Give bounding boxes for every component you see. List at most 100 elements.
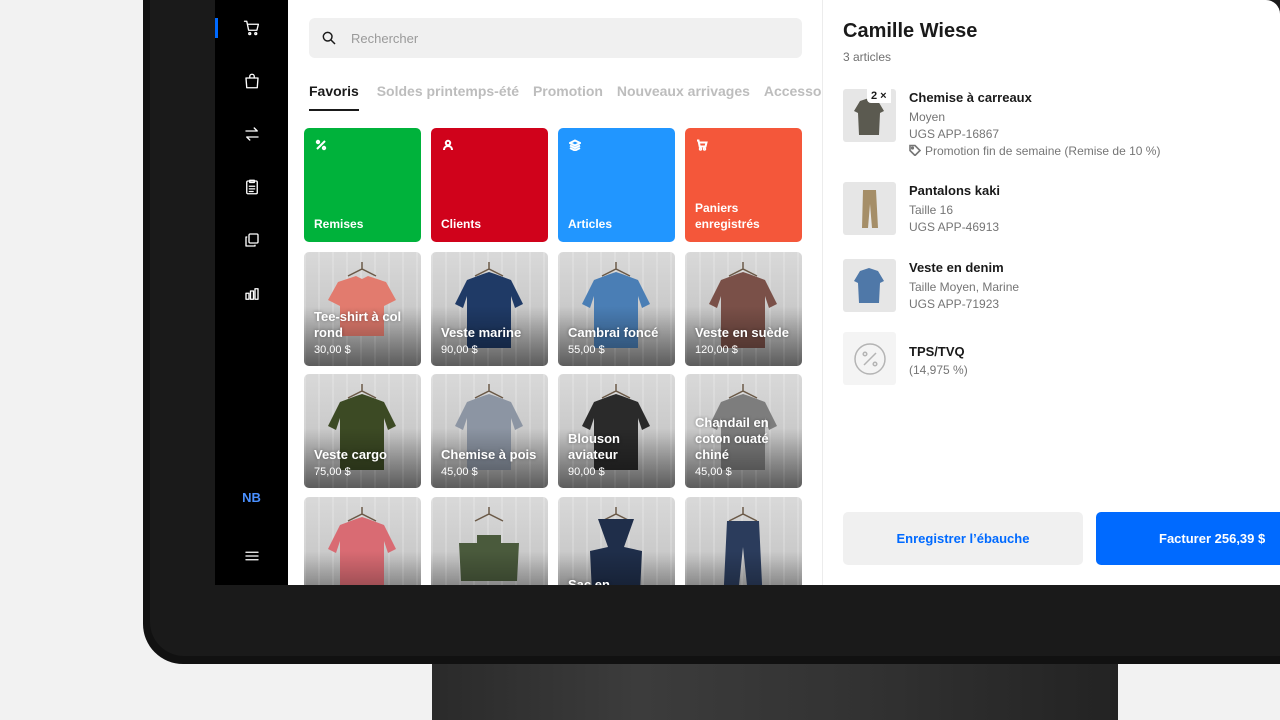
main-panel: Favoris Soldes printemps-été Promotion N…	[288, 0, 822, 585]
product-name: Tee-shirt à col rond	[314, 309, 402, 340]
product-tile[interactable]: Cartable	[431, 497, 548, 585]
bar-chart-icon	[244, 288, 259, 300]
save-draft-button[interactable]: Enregistrer l’ébauche	[843, 512, 1083, 565]
product-tile[interactable]: Cambrai foncé 55,00 $	[558, 252, 675, 366]
sidebar-item-transactions[interactable]	[215, 114, 288, 154]
tab-nouveaux-arrivages[interactable]: Nouveaux arrivages	[617, 83, 750, 109]
item-sku: UGS APP-16867	[909, 127, 1000, 141]
bag-icon	[244, 73, 259, 89]
product-tile[interactable]: Blouson aviateur 90,00 $	[558, 374, 675, 488]
tax-thumbnail	[843, 332, 896, 385]
tab-soldes[interactable]: Soldes printemps-été	[377, 83, 519, 109]
product-price: 90,00 $	[441, 344, 478, 356]
hanger	[474, 507, 504, 522]
cart-icon	[243, 20, 259, 36]
transfer-icon	[244, 127, 259, 141]
item-variant: Taille Moyen, Marine	[909, 280, 1020, 294]
item-count: 3 articles	[843, 50, 892, 64]
tag-icon	[909, 144, 922, 157]
layers-icon	[567, 138, 583, 152]
sidebar: NB	[215, 0, 288, 585]
tile-items[interactable]: Articles	[558, 128, 675, 242]
cart-line-item[interactable]: Pantalons kaki Taille 16 UGS APP-46913	[843, 182, 1273, 237]
item-discount: Promotion fin de semaine (Remise de 10 %…	[909, 144, 1160, 158]
sidebar-item-invoices[interactable]	[215, 167, 288, 207]
charge-button[interactable]: Facturer 256,39 $	[1096, 512, 1280, 565]
product-name: Sac en bandoulière	[568, 577, 610, 585]
tab-accessoires[interactable]: Accessoires	[764, 83, 822, 109]
hanger	[728, 507, 758, 522]
tile-label: Articles	[568, 217, 613, 231]
device-stand	[432, 660, 1118, 720]
tax-name: TPS/TVQ	[909, 344, 965, 359]
cart-icon	[696, 138, 708, 151]
item-name: Veste en denim	[909, 260, 1004, 275]
product-tile[interactable]: Sac en bandoulière	[558, 497, 675, 585]
tile-label: Paniers enregistrés	[695, 201, 760, 231]
cart-line-item[interactable]: Veste en denim Taille Moyen, Marine UGS …	[843, 259, 1273, 314]
product-price: 45,00 $	[441, 466, 478, 478]
product-name: Veste cargo	[314, 447, 387, 462]
sidebar-item-orders[interactable]	[215, 61, 288, 101]
item-sku: UGS APP-46913	[909, 220, 1000, 234]
product-tile[interactable]: Chemise à pois 45,00 $	[431, 374, 548, 488]
tile-saved-carts[interactable]: Paniers enregistrés	[685, 128, 802, 242]
category-tabs: Favoris Soldes printemps-été Promotion N…	[309, 83, 822, 111]
item-thumbnail	[843, 259, 896, 312]
tab-promotion[interactable]: Promotion	[533, 83, 603, 109]
menu-button[interactable]	[215, 536, 288, 576]
tab-favoris[interactable]: Favoris	[309, 83, 359, 111]
product-price: 30,00 $	[314, 344, 351, 356]
percent-icon	[853, 342, 886, 375]
product-name: Chemise à pois	[441, 447, 537, 462]
product-tile[interactable]: Veste en suède 120,00 $	[685, 252, 802, 366]
quantity-badge: 2 ×	[867, 89, 891, 103]
item-sku: UGS APP-71923	[909, 297, 1000, 311]
product-tile[interactable]: Veste cargo 75,00 $	[304, 374, 421, 488]
label-shade	[431, 551, 548, 585]
product-tile[interactable]: Denim foncé	[685, 497, 802, 585]
sidebar-item-checkout[interactable]	[215, 8, 288, 48]
pos-screen: NB Favoris Soldes printemps-été Promotio…	[215, 0, 1280, 585]
tile-customers[interactable]: Clients	[431, 128, 548, 242]
hanger	[601, 507, 631, 522]
product-price: 120,00 $	[695, 344, 738, 356]
percent-icon	[315, 138, 327, 151]
garment-shape	[854, 268, 884, 303]
tile-label: Clients	[441, 217, 482, 231]
product-tile[interactable]: Chandail en coton ouaté chiné 45,00 $	[685, 374, 802, 488]
garment-shape	[862, 190, 878, 228]
item-name: Chemise à carreaux	[909, 90, 1032, 105]
item-variant: Taille 16	[909, 203, 954, 217]
item-name: Pantalons kaki	[909, 183, 1001, 198]
person-icon	[442, 138, 454, 151]
cart-tax-line[interactable]: TPS/TVQ (14,975 %)	[843, 332, 1273, 387]
cart-line-item[interactable]: 2 × Chemise à carreaux Moyen UGS APP-168…	[843, 89, 1273, 164]
product-name: Blouson aviateur	[568, 431, 620, 462]
product-price: 75,00 $	[314, 466, 351, 478]
product-name: Veste en suède	[695, 325, 789, 340]
user-initials[interactable]: NB	[215, 490, 288, 505]
search-bar[interactable]	[309, 18, 802, 58]
product-tile[interactable]: Tee-shirt à col rond 30,00 $	[304, 252, 421, 366]
sidebar-item-items[interactable]	[215, 220, 288, 260]
cart-panel: Camille Wiese 3 articles 2 × Chemise à c…	[822, 0, 1280, 585]
product-price: 90,00 $	[568, 466, 605, 478]
sidebar-item-reports[interactable]	[215, 274, 288, 314]
product-tile[interactable]: Veste marine 90,00 $	[431, 252, 548, 366]
copy-icon	[244, 233, 259, 247]
search-icon	[322, 31, 336, 45]
product-name: Chandail en coton ouaté chiné	[695, 415, 769, 462]
product-name: Veste marine	[441, 325, 522, 340]
product-price: 55,00 $	[568, 344, 605, 356]
product-tile[interactable]: Chemise rose	[304, 497, 421, 585]
garment-shape	[854, 98, 884, 135]
item-thumbnail	[843, 182, 896, 235]
tax-rate: (14,975 %)	[909, 363, 968, 377]
search-input[interactable]	[351, 30, 771, 46]
tile-discounts[interactable]: Remises	[304, 128, 421, 242]
label-shade	[304, 551, 421, 585]
customer-name[interactable]: Camille Wiese	[843, 20, 977, 43]
clipboard-icon	[245, 179, 258, 195]
label-shade	[685, 551, 802, 585]
